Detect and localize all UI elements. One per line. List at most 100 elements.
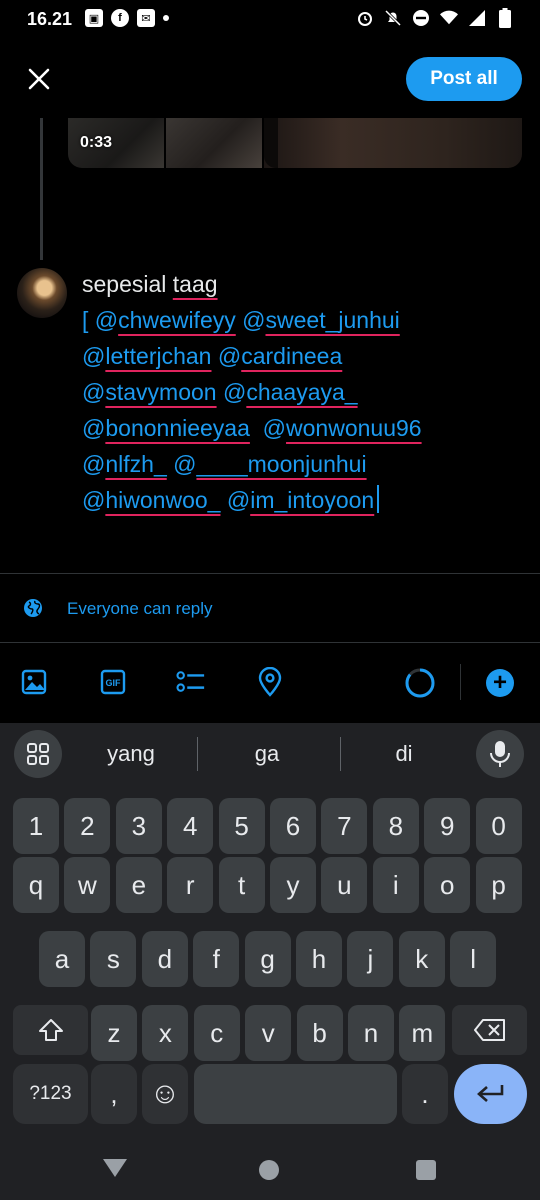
mention-link[interactable]: @stavymoon	[82, 379, 217, 405]
key-7[interactable]: 7	[321, 798, 368, 854]
location-icon	[258, 667, 282, 697]
key-i[interactable]: i	[372, 857, 419, 913]
key-8[interactable]: 8	[372, 798, 419, 854]
thread-connector-line	[40, 118, 43, 260]
mention-link[interactable]: @sweet_junhui	[242, 307, 400, 333]
recents-button[interactable]	[416, 1160, 436, 1180]
mention-lines: [ @chwewifeyy @sweet_junhui @letterjchan …	[82, 302, 522, 518]
compose-line: [ @chwewifeyy @sweet_junhui	[82, 302, 522, 338]
key-o[interactable]: o	[424, 857, 471, 913]
grid-icon	[27, 743, 49, 765]
key-x[interactable]: x	[142, 1005, 189, 1061]
mention-link[interactable]: @chwewifeyy	[95, 307, 236, 333]
back-button[interactable]	[103, 1159, 127, 1177]
key-9[interactable]: 9	[424, 798, 471, 854]
key-6[interactable]: 6	[270, 798, 316, 854]
key-r[interactable]: r	[167, 857, 214, 913]
key-d[interactable]: d	[141, 931, 188, 987]
comma-key-label: ,	[110, 1078, 118, 1109]
navigation-bar	[0, 1134, 540, 1200]
mention-link[interactable]: @hiwonwoo_	[82, 487, 220, 513]
key-a[interactable]: a	[39, 931, 85, 987]
key-1[interactable]: 1	[13, 798, 59, 854]
key-u[interactable]: u	[321, 857, 368, 913]
mention-link[interactable]: @nlfzh_	[82, 451, 167, 477]
compose-text-segment	[250, 415, 263, 441]
key-e[interactable]: e	[115, 857, 162, 913]
gif-icon: GIF	[100, 669, 126, 695]
mention-link[interactable]: @cardineea	[218, 343, 342, 369]
post-all-button[interactable]: Post all	[406, 57, 522, 101]
key-j[interactable]: j	[347, 931, 394, 987]
notification-app-icon: ▣	[85, 9, 103, 27]
mention-link[interactable]: @bononnieeyaa	[82, 415, 250, 441]
key-w[interactable]: w	[64, 857, 111, 913]
mention-link[interactable]: @wonwonuu96	[263, 415, 422, 441]
period-key[interactable]: .	[402, 1064, 448, 1124]
key-0[interactable]: 0	[475, 798, 522, 854]
emoji-key[interactable]: ☺	[142, 1064, 188, 1124]
add-image-button[interactable]	[19, 667, 49, 697]
backspace-key[interactable]	[452, 1005, 527, 1055]
suggestion-2[interactable]: ga	[197, 741, 337, 767]
key-k[interactable]: k	[398, 931, 445, 987]
key-s[interactable]: s	[90, 931, 137, 987]
key-n[interactable]: n	[348, 1005, 394, 1061]
comma-key[interactable]: ,	[91, 1064, 137, 1124]
key-y[interactable]: y	[270, 857, 316, 913]
add-location-button[interactable]	[255, 667, 285, 697]
alarm-icon	[356, 9, 374, 27]
key-4[interactable]: 4	[167, 798, 214, 854]
video-thumbnail[interactable]	[264, 118, 522, 168]
key-g[interactable]: g	[244, 931, 291, 987]
key-p[interactable]: p	[475, 857, 522, 913]
key-t[interactable]: t	[218, 857, 265, 913]
key-c[interactable]: c	[193, 1005, 240, 1061]
key-3[interactable]: 3	[115, 798, 162, 854]
home-button[interactable]	[259, 1160, 279, 1180]
reply-setting[interactable]: Everyone can reply	[0, 574, 540, 642]
space-key[interactable]	[194, 1064, 397, 1124]
status-bar: 16.21 ▣ f ✉	[0, 0, 540, 40]
mention-link[interactable]: @im_intoyoon	[227, 487, 374, 513]
suggestion-3[interactable]: di	[334, 741, 474, 767]
mention-link[interactable]: @chaayaya_	[223, 379, 358, 405]
key-z[interactable]: z	[91, 1005, 137, 1061]
key-2[interactable]: 2	[64, 798, 111, 854]
suggestion-1[interactable]: yang	[61, 741, 201, 767]
video-thumbnail[interactable]	[166, 118, 262, 168]
compose-line: @letterjchan @cardineea	[82, 338, 522, 374]
key-m[interactable]: m	[399, 1005, 446, 1061]
mention-link[interactable]: @____moonjunhui	[173, 451, 366, 477]
keyboard: yang ga di 1234567890 qwertyuiop asdfghjkl…	[0, 723, 540, 1134]
key-f[interactable]: f	[193, 931, 240, 987]
text-cursor	[377, 485, 380, 513]
shift-key[interactable]	[13, 1005, 88, 1055]
image-icon	[21, 669, 47, 695]
backspace-icon	[473, 1019, 505, 1041]
add-post-button[interactable]: +	[486, 669, 514, 697]
compose-text-sepesial: sepesial	[82, 271, 173, 297]
key-5[interactable]: 5	[218, 798, 265, 854]
add-poll-button[interactable]	[176, 667, 206, 697]
key-v[interactable]: v	[245, 1005, 292, 1061]
reply-setting-label: Everyone can reply	[67, 599, 213, 618]
close-button[interactable]	[22, 62, 56, 96]
add-gif-button[interactable]: GIF	[98, 667, 128, 697]
enter-icon	[476, 1085, 503, 1102]
symbols-key-label: ?123	[29, 1083, 72, 1104]
key-q[interactable]: q	[13, 857, 59, 913]
symbols-key[interactable]: ?123	[13, 1064, 88, 1124]
mention-link[interactable]: @letterjchan	[82, 343, 211, 369]
enter-key[interactable]	[454, 1064, 527, 1124]
microphone-icon	[490, 741, 510, 767]
key-h[interactable]: h	[296, 931, 342, 987]
keyboard-menu-button[interactable]	[14, 730, 62, 778]
voice-input-button[interactable]	[476, 730, 524, 778]
emoji-icon: ☺	[149, 1077, 181, 1110]
compose-textarea[interactable]: sepesial taag [ @chwewifeyy @sweet_junhu…	[82, 266, 522, 518]
key-b[interactable]: b	[296, 1005, 343, 1061]
key-l[interactable]: l	[450, 931, 497, 987]
misspelled-word[interactable]: taag	[173, 271, 218, 297]
avatar[interactable]	[17, 268, 67, 318]
